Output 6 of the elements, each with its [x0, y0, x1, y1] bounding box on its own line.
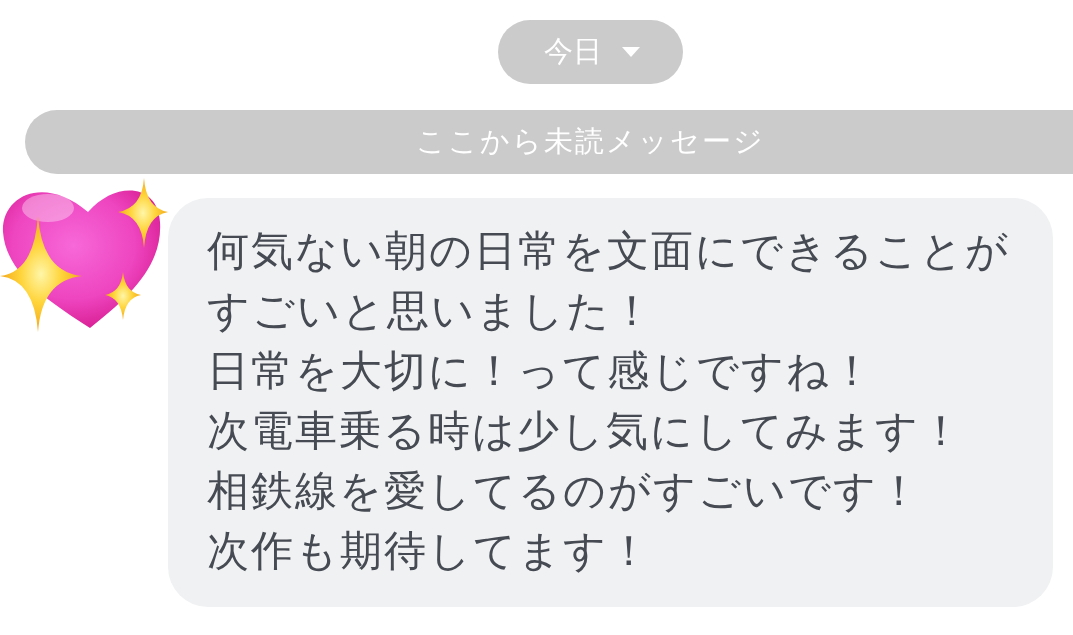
message-text: 次作も期待してます！	[207, 525, 653, 577]
message-text: 次電車乗る時は少し気にしてみます！	[207, 405, 965, 457]
message-text: 何気ない朝の日常を文面にできることがすごいと思いました！	[207, 225, 1011, 337]
caret-down-icon	[622, 47, 640, 57]
message-text: 相鉄線を愛してるのがすごいです！	[207, 465, 923, 517]
message-text: 日常を大切に！って感じですね！	[207, 345, 876, 397]
